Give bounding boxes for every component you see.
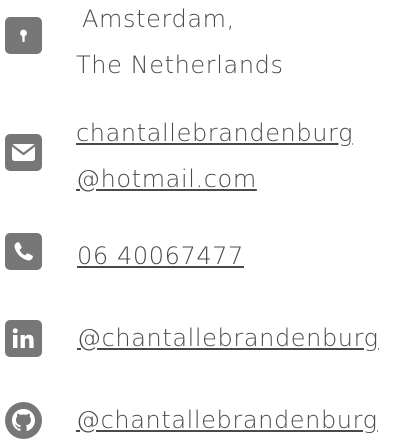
location-text: Amsterdam, The Netherlands bbox=[76, 0, 284, 88]
location-city: Amsterdam, bbox=[82, 5, 235, 33]
github-icon bbox=[5, 402, 42, 439]
email-user: chantallebrandenburg bbox=[76, 119, 354, 147]
phone-icon bbox=[5, 233, 42, 270]
linkedin-link[interactable]: @chantallebrandenburg bbox=[77, 315, 379, 361]
github-link[interactable]: @chantallebrandenburg bbox=[76, 397, 378, 443]
map-pin-icon bbox=[5, 17, 42, 54]
phone-link[interactable]: 06 40067477 bbox=[77, 233, 244, 279]
envelope-icon bbox=[5, 134, 42, 171]
linkedin-icon bbox=[5, 320, 42, 357]
location-country: The Netherlands bbox=[76, 51, 284, 79]
email-domain: @hotmail.com bbox=[76, 165, 257, 193]
email-link[interactable]: chantallebrandenburg @hotmail.com bbox=[76, 110, 353, 202]
